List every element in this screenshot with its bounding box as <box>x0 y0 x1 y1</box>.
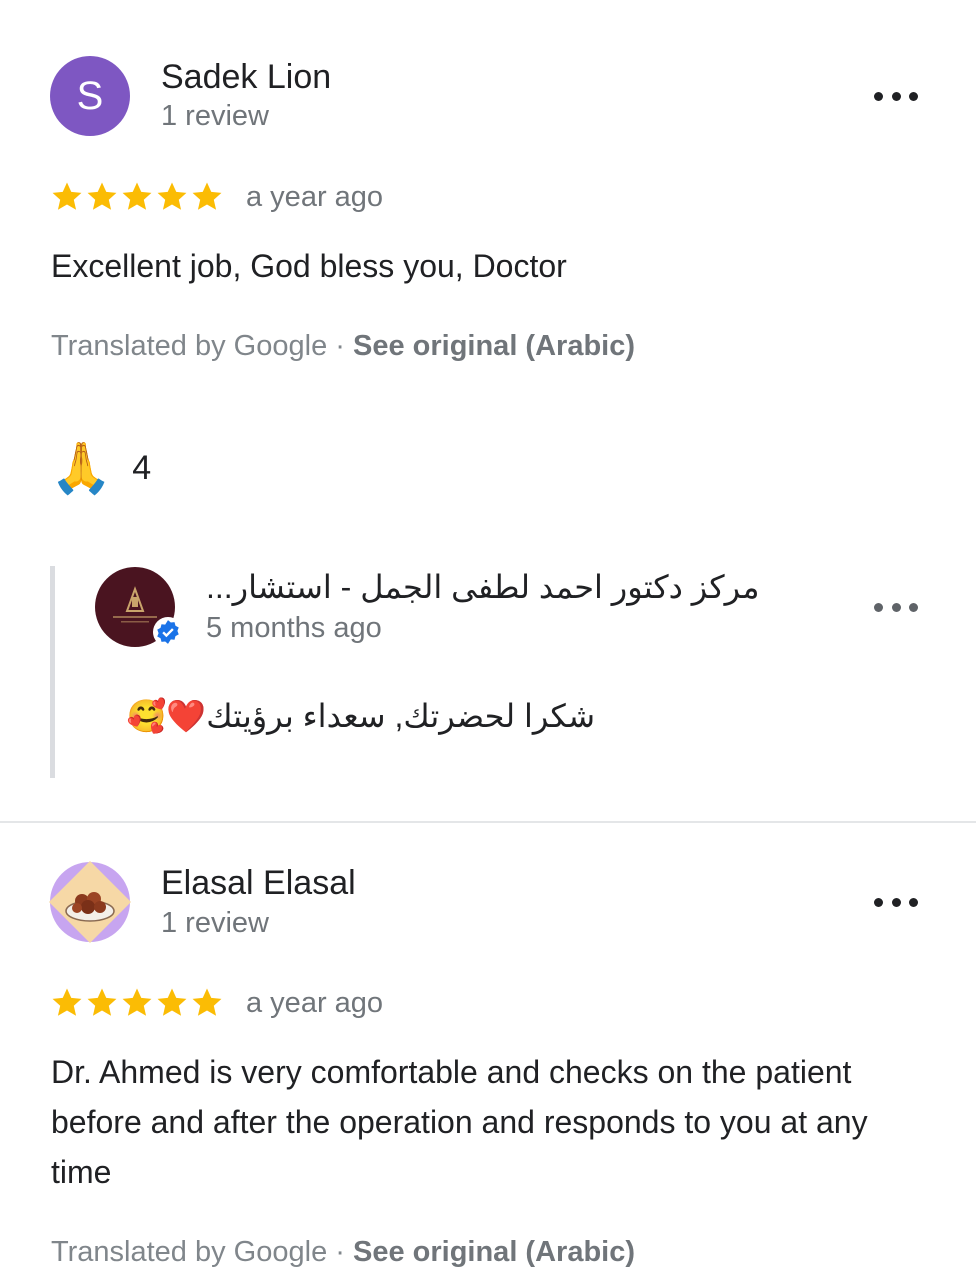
separator: · <box>327 1236 353 1268</box>
star-icon <box>122 988 152 1016</box>
verified-badge-icon <box>153 617 183 647</box>
star-rating <box>50 180 224 214</box>
see-original-link[interactable]: See original (Arabic) <box>353 330 635 362</box>
star-icon <box>192 182 222 210</box>
avatar-letter: S <box>76 73 104 118</box>
star-icon <box>157 182 187 210</box>
owner-avatar[interactable] <box>95 567 183 647</box>
reply-time: 5 months ago <box>206 612 382 644</box>
reply-text: شكرا لحضرتك, سعداء برؤيتك❤️🥰 <box>126 698 596 734</box>
avatar[interactable]: S <box>50 56 130 136</box>
translation-note: Translated by Google · See original (Ara… <box>51 330 635 363</box>
review-card: Elasal Elasal 1 review a year ago Dr. Ah… <box>0 823 976 1280</box>
separator: · <box>327 330 353 362</box>
reviewer-name[interactable]: Sadek Lion <box>161 58 331 97</box>
reply-more-options-icon[interactable] <box>874 597 918 617</box>
star-icon <box>192 988 222 1016</box>
star-icon <box>122 182 152 210</box>
star-rating <box>50 986 224 1020</box>
see-original-link[interactable]: See original (Arabic) <box>353 1236 635 1268</box>
star-icon <box>157 988 187 1016</box>
review-time: a year ago <box>246 987 384 1019</box>
more-options-icon[interactable] <box>874 892 918 912</box>
review-card: S Sadek Lion 1 review a year ago Excelle… <box>0 0 976 822</box>
review-text: Dr. Ahmed is very comfortable and checks… <box>51 1054 868 1190</box>
review-count: 1 review <box>161 100 269 132</box>
pray-emoji-icon: 🙏 <box>50 440 113 496</box>
reply-indicator-bar <box>50 566 55 778</box>
reaction-count: 4 <box>132 448 152 487</box>
avatar[interactable] <box>48 860 132 944</box>
review-time: a year ago <box>246 181 384 213</box>
review-text: Excellent job, God bless you, Doctor <box>51 248 567 284</box>
star-icon <box>87 988 117 1016</box>
translated-label: Translated by Google <box>51 330 328 362</box>
reviewer-name[interactable]: Elasal Elasal <box>161 864 356 903</box>
star-icon <box>87 182 117 210</box>
reaction-chip[interactable]: 🙏 4 <box>50 438 151 498</box>
food-bowl-icon <box>65 892 115 922</box>
translated-label: Translated by Google <box>51 1236 328 1268</box>
more-options-icon[interactable] <box>874 86 918 106</box>
translation-note: Translated by Google · See original (Ara… <box>51 1236 635 1269</box>
star-icon <box>52 182 82 210</box>
star-icon <box>52 988 82 1016</box>
owner-name[interactable]: مركز دكتور احمد لطفى الجمل - استشار... <box>206 568 806 606</box>
review-count: 1 review <box>161 907 269 939</box>
